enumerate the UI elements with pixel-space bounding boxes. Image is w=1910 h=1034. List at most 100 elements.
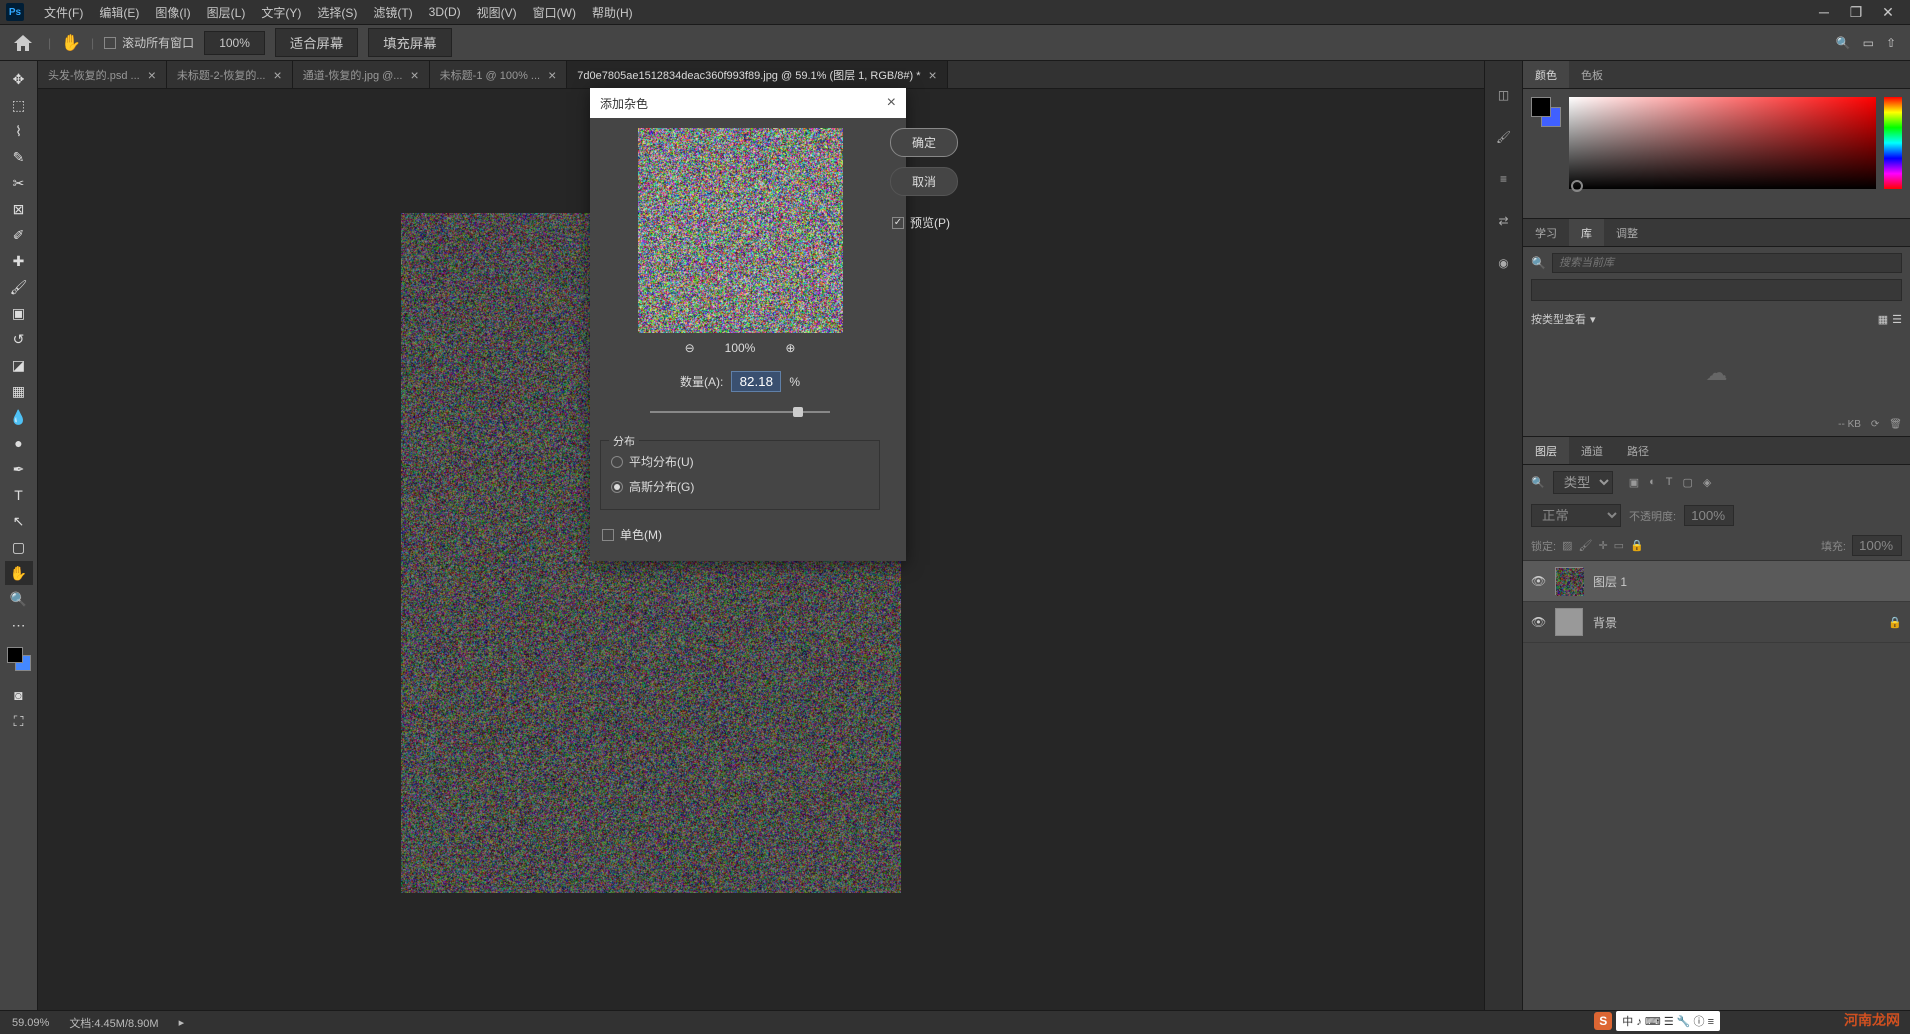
- library-search-input[interactable]: [1552, 253, 1902, 273]
- fill-input[interactable]: [1852, 535, 1902, 556]
- document-tab[interactable]: 通道-恢复的.jpg @...×: [293, 61, 430, 88]
- history-brush-tool[interactable]: ↺: [5, 327, 33, 351]
- move-tool[interactable]: ✥: [5, 67, 33, 91]
- history-panel-icon[interactable]: ◫: [1494, 85, 1514, 105]
- eyedropper-tool[interactable]: ✐: [5, 223, 33, 247]
- ok-button[interactable]: 确定: [890, 128, 958, 157]
- menu-edit[interactable]: 编辑(E): [91, 4, 147, 21]
- ime-segment[interactable]: 中 ♪ ⌨ ☰ 🔧 ⓘ ≡: [1616, 1011, 1720, 1031]
- hand-tool[interactable]: ✋: [5, 561, 33, 585]
- filter-shape-icon[interactable]: ▢: [1683, 476, 1693, 489]
- grid-view-icon[interactable]: ▦: [1878, 313, 1888, 326]
- tab-channels[interactable]: 通道: [1569, 437, 1615, 464]
- home-button[interactable]: [8, 31, 38, 55]
- info-panel-icon[interactable]: ◉: [1494, 253, 1514, 273]
- menu-file[interactable]: 文件(F): [36, 4, 91, 21]
- zoom-in-icon[interactable]: ⊕: [785, 341, 795, 355]
- layer-row[interactable]: 👁 图层 1: [1523, 561, 1910, 602]
- menu-3d[interactable]: 3D(D): [421, 5, 469, 19]
- status-docinfo[interactable]: 文档:4.45M/8.90M: [69, 1015, 158, 1031]
- panel-fg-swatch[interactable]: [1531, 97, 1551, 117]
- status-arrow-icon[interactable]: ▸: [179, 1016, 185, 1029]
- close-icon[interactable]: ×: [548, 67, 556, 83]
- monochrome-checkbox[interactable]: 单色(M): [600, 518, 664, 551]
- document-tab-active[interactable]: 7d0e7805ae1512834deac360f993f89.jpg @ 59…: [567, 61, 947, 88]
- scroll-all-windows-checkbox[interactable]: 滚动所有窗口: [104, 34, 194, 51]
- healing-tool[interactable]: ✚: [5, 249, 33, 273]
- visibility-toggle[interactable]: 👁: [1531, 574, 1545, 588]
- filter-type-icon[interactable]: T: [1666, 476, 1673, 489]
- menu-window[interactable]: 窗口(W): [525, 4, 584, 21]
- menu-type[interactable]: 文字(Y): [253, 4, 309, 21]
- blend-mode-select[interactable]: 正常: [1531, 504, 1621, 527]
- fit-screen-button[interactable]: 适合屏幕: [275, 28, 358, 57]
- menu-layer[interactable]: 图层(L): [199, 4, 254, 21]
- tab-color[interactable]: 颜色: [1523, 61, 1569, 88]
- path-select-tool[interactable]: ↖: [5, 509, 33, 533]
- document-tab[interactable]: 未标题-1 @ 100% ...×: [430, 61, 568, 88]
- dialog-titlebar[interactable]: 添加杂色 ×: [590, 88, 906, 118]
- color-field[interactable]: [1569, 97, 1876, 189]
- crop-tool[interactable]: ✂: [5, 171, 33, 195]
- zoom-level-box[interactable]: 100%: [204, 31, 265, 55]
- hue-slider[interactable]: [1884, 97, 1902, 189]
- preview-checkbox[interactable]: 预览(P): [890, 206, 958, 239]
- close-icon[interactable]: ×: [887, 94, 896, 112]
- visibility-toggle[interactable]: 👁: [1531, 615, 1545, 629]
- lock-pixels-icon[interactable]: 🖌: [1578, 539, 1592, 552]
- ime-logo[interactable]: S: [1594, 1012, 1612, 1030]
- frame-tool[interactable]: ⊠: [5, 197, 33, 221]
- window-minimize[interactable]: ─: [1816, 4, 1832, 20]
- color-swatches[interactable]: [7, 647, 31, 671]
- layer-filter-type[interactable]: 类型: [1553, 471, 1613, 494]
- lasso-tool[interactable]: ⌇: [5, 119, 33, 143]
- opacity-input[interactable]: [1684, 505, 1734, 526]
- workspace-icon[interactable]: ▭: [1863, 36, 1874, 50]
- status-zoom[interactable]: 59.09%: [12, 1017, 49, 1029]
- tab-paths[interactable]: 路径: [1615, 437, 1661, 464]
- close-icon[interactable]: ×: [274, 67, 282, 83]
- close-icon[interactable]: ×: [410, 67, 418, 83]
- tab-learn[interactable]: 学习: [1523, 219, 1569, 246]
- filter-adjust-icon[interactable]: ◐: [1649, 476, 1656, 489]
- quick-mask-toggle[interactable]: ◙: [5, 683, 33, 707]
- close-icon[interactable]: ×: [148, 67, 156, 83]
- document-tab[interactable]: 未标题-2-恢复的...×: [167, 61, 293, 88]
- brush-panel-icon[interactable]: 🖌: [1494, 127, 1514, 147]
- brush-tool[interactable]: 🖌: [5, 275, 33, 299]
- gaussian-radio[interactable]: 高斯分布(G): [611, 474, 869, 499]
- trash-icon[interactable]: 🗑: [1889, 419, 1902, 430]
- blur-tool[interactable]: 💧: [5, 405, 33, 429]
- view-by-dropdown[interactable]: 按类型查看 ▾ ▦ ☰: [1531, 307, 1902, 331]
- menu-help[interactable]: 帮助(H): [584, 4, 641, 21]
- screen-mode-toggle[interactable]: ⛶: [5, 709, 33, 733]
- edit-toolbar[interactable]: ⋯: [5, 613, 33, 637]
- document-tab[interactable]: 头发-恢复的.psd ...×: [38, 61, 167, 88]
- tab-library[interactable]: 库: [1569, 219, 1604, 246]
- tab-adjustments[interactable]: 调整: [1604, 219, 1650, 246]
- lock-position-icon[interactable]: ✛: [1598, 539, 1607, 552]
- filter-pixel-icon[interactable]: ▣: [1629, 476, 1639, 489]
- pen-tool[interactable]: ✒: [5, 457, 33, 481]
- window-close[interactable]: ✕: [1880, 4, 1896, 20]
- lock-artboard-icon[interactable]: ▭: [1614, 539, 1624, 552]
- tab-layers[interactable]: 图层: [1523, 437, 1569, 464]
- dodge-tool[interactable]: ●: [5, 431, 33, 455]
- share-icon[interactable]: ⇧: [1886, 36, 1896, 50]
- character-panel-icon[interactable]: ⇄: [1494, 211, 1514, 231]
- marquee-tool[interactable]: ⬚: [5, 93, 33, 117]
- sync-icon[interactable]: ⟳: [1871, 419, 1879, 430]
- fill-screen-button[interactable]: 填充屏幕: [368, 28, 451, 57]
- search-icon[interactable]: 🔍: [1836, 36, 1851, 50]
- uniform-radio[interactable]: 平均分布(U): [611, 449, 869, 474]
- paragraph-panel-icon[interactable]: ≡: [1494, 169, 1514, 189]
- window-maximize[interactable]: ❐: [1848, 4, 1864, 20]
- layer-row[interactable]: 👁 背景 🔒: [1523, 602, 1910, 643]
- eraser-tool[interactable]: ◪: [5, 353, 33, 377]
- cancel-button[interactable]: 取消: [890, 167, 958, 196]
- library-dropdown[interactable]: [1531, 279, 1902, 301]
- filter-smart-icon[interactable]: ◈: [1703, 476, 1711, 489]
- menu-view[interactable]: 视图(V): [469, 4, 525, 21]
- lock-transparency-icon[interactable]: ▨: [1562, 539, 1572, 552]
- type-tool[interactable]: T: [5, 483, 33, 507]
